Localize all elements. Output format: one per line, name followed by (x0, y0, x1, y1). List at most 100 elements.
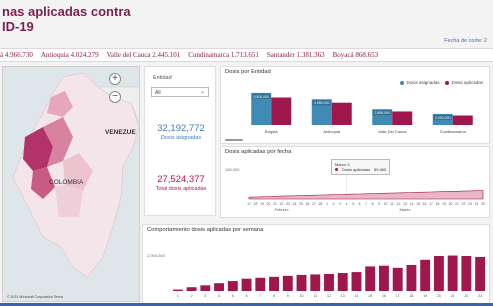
zoom-out-button[interactable]: − (109, 91, 121, 103)
x-tick-label: 22 (280, 202, 284, 206)
x-tick-label: 9 (287, 294, 289, 298)
x-tick-label: 18 (409, 294, 413, 298)
map-country-label: COLOMBIA (49, 179, 84, 186)
date-area-chart[interactable]: 100,00017 18 19 20 21 22 23 24 25 26 27 28 1 2 3 4 5 6 7 8 9… (221, 147, 490, 218)
x-tick-label: 23 (468, 202, 472, 206)
week-bar (227, 281, 238, 291)
x-tick-label: 14 (355, 294, 359, 298)
week-bar (200, 285, 211, 291)
zoom-in-button[interactable]: + (109, 73, 121, 85)
x-tick-label: 12 (397, 202, 401, 206)
x-tick-label: 4 (346, 202, 348, 206)
kpi-card: Entidad All ⌄ 32,192,772 Dosis asignadas… (144, 66, 216, 216)
x-tick-label: 22 (464, 294, 468, 298)
x-tick-label: 4 (218, 294, 220, 298)
week-bar (379, 265, 389, 291)
x-tick-label: 14 (410, 202, 414, 206)
data-label: 4,650,000 (314, 101, 330, 105)
chevron-down-icon: ⌄ (199, 89, 205, 95)
x-tick-label: 17 (429, 202, 433, 206)
legend-item: Dosis aplicadas (445, 80, 483, 85)
x-tick-label: 1 (326, 202, 328, 206)
x-tick-label: 11 (390, 202, 394, 206)
week-bar (365, 266, 376, 291)
month-label: Marzo (399, 207, 411, 212)
week-bar (475, 256, 486, 291)
x-tick-label: 10 (384, 202, 388, 206)
x-tick-label: 5 (232, 294, 234, 298)
bar-applied (331, 102, 352, 125)
x-tick-label: 2 (191, 294, 193, 298)
area-series (248, 190, 484, 200)
x-tick-label: 24 (293, 202, 297, 206)
week-bar (461, 256, 472, 291)
x-tick-label: Valle Del Cauca (378, 129, 407, 134)
tooltip-row: Dosis aplicadas 59,960 (335, 167, 386, 172)
cut-date-label: Fecha de corte: 2 (444, 38, 487, 44)
x-tick-label: 8 (273, 294, 275, 298)
region-low (55, 185, 83, 217)
applied-doses-label: Total dosis aplicadas (155, 186, 207, 192)
week-bar (392, 267, 403, 291)
x-tick-label: 28 (319, 202, 323, 206)
week-bar (310, 274, 321, 291)
week-bar (447, 255, 458, 291)
week-bar (296, 274, 307, 291)
choropleth-map[interactable]: + − COLOMBIA VENEZUE © 2021 Microsoft Co… (2, 66, 140, 302)
x-tick-label: 23 (478, 294, 482, 298)
entity-bar-chart[interactable]: 5,800,000 Bogotá 4,650,000 Antioquia 2,850,0… (221, 67, 490, 144)
tooltip-series: Dosis aplicadas (342, 167, 371, 172)
assigned-doses-value: 32,192,772 (157, 123, 205, 134)
x-tick-label: 11 (313, 294, 317, 298)
x-tick-label: 21 (273, 202, 277, 206)
x-tick-label: 18 (254, 202, 258, 206)
week-bar (241, 278, 252, 291)
legend-item: Dosis asignadas (400, 80, 439, 85)
x-tick-label: Bogotá (265, 129, 278, 134)
x-tick-label: 13 (403, 202, 407, 206)
x-tick-label: 9 (378, 202, 380, 206)
ticker-item: á 4.966.730 (0, 51, 33, 59)
data-label: 2,000,000 (435, 116, 451, 120)
week-bar (433, 256, 444, 291)
x-tick-label: 1 (177, 294, 179, 298)
applied-doses-value: 27,524,377 (157, 174, 205, 185)
chart-title: Dosis por Entidad (225, 69, 271, 75)
week-bar (324, 273, 334, 291)
x-tick-label: 7 (259, 294, 261, 298)
week-bar (269, 276, 279, 291)
x-tick-label: 20 (449, 202, 453, 206)
week-bar (337, 273, 348, 291)
page-title-line1: nas aplicadas contra (2, 4, 131, 19)
week-bar (172, 289, 183, 291)
x-tick-label: 21 (455, 202, 459, 206)
x-tick-label: 20 (437, 294, 441, 298)
week-bar (214, 283, 225, 291)
y-tick-label: 2,000,000 (147, 253, 166, 258)
x-tick-label: 6 (246, 294, 248, 298)
data-label: 5,800,000 (253, 95, 269, 99)
legend-dot-applied (445, 80, 450, 85)
x-tick-label: 19 (442, 202, 446, 206)
chart-title: Comportamiento dosis aplicadas por seman… (147, 227, 264, 233)
scrollbar[interactable] (225, 139, 243, 141)
x-tick-label: Cundinamarca (440, 129, 467, 134)
x-tick-label: 8 (372, 202, 374, 206)
x-tick-label: 3 (339, 202, 341, 206)
x-tick-label: 12 (327, 294, 331, 298)
entity-dropdown[interactable]: All ⌄ (151, 87, 209, 97)
weekly-bar-chart[interactable]: 2,000,0001 2 3 4 5 6 7 8 9 10 11 12 13 14 15 16 17 18 19 20… (143, 225, 490, 304)
week-bar (406, 265, 417, 291)
x-tick-label: Antioquia (323, 129, 340, 134)
tooltip-dot (335, 168, 338, 171)
x-tick-label: 20 (267, 202, 271, 206)
doses-by-week-panel: Comportamiento dosis aplicadas por seman… (142, 224, 490, 304)
x-tick-label: 6 (359, 202, 361, 206)
x-tick-label: 19 (260, 202, 264, 206)
tooltip-value: 59,960 (374, 167, 387, 172)
x-tick-label: 16 (382, 294, 386, 298)
x-tick-label: 25 (299, 202, 303, 206)
data-label: 2,850,000 (374, 111, 390, 115)
bar-applied (452, 115, 473, 125)
entity-dropdown-value: All (155, 90, 161, 96)
